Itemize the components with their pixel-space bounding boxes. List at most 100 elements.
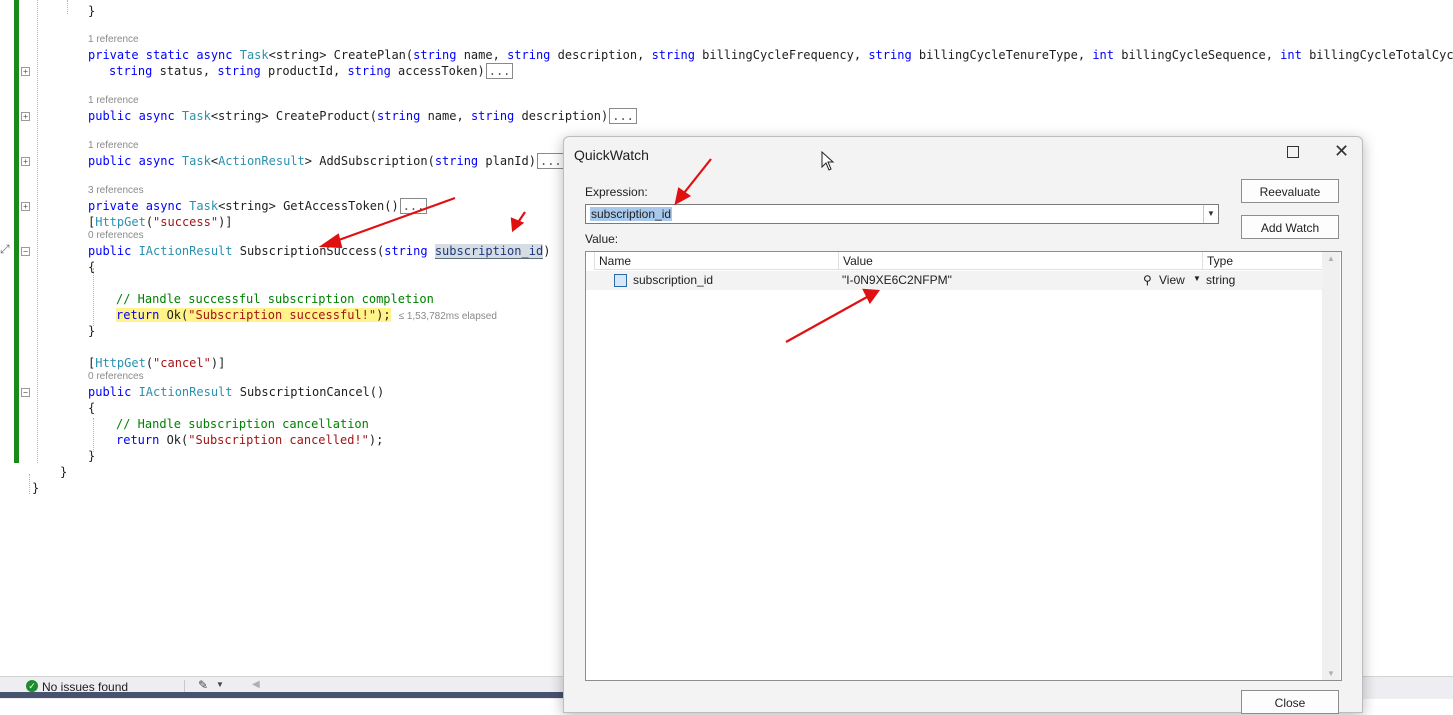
code-token: ( — [145, 215, 154, 229]
code-token: Ok( — [159, 308, 189, 322]
reference-count[interactable]: 3 references — [88, 185, 144, 196]
chevron-down-icon[interactable]: ▼ — [1193, 274, 1201, 283]
code-token: string — [651, 48, 695, 62]
code-token: string — [384, 244, 428, 258]
code-token: string — [347, 64, 391, 78]
reference-count[interactable]: 0 references — [88, 230, 144, 241]
code-token: public async — [88, 154, 182, 168]
reference-count[interactable]: 1 reference — [88, 140, 139, 151]
code-token: description) — [514, 109, 609, 123]
code-token: Task — [181, 154, 211, 168]
current-statement-line: return Ok("Subscription successful!"); ≤ … — [116, 307, 497, 325]
collapsed-region-marker[interactable]: ... — [536, 153, 565, 169]
code-line: } — [32, 480, 39, 496]
code-line: string status, string productId, string … — [109, 63, 514, 79]
code-token: } — [60, 465, 68, 479]
code-line: public async Task<string> CreateProduct(… — [88, 108, 637, 124]
chevron-down-icon[interactable]: ▼ — [1203, 205, 1218, 223]
reevaluate-button[interactable]: Reevaluate — [1241, 179, 1339, 203]
indent-guide — [29, 474, 30, 494]
magnifier-icon[interactable]: ⚲ — [1143, 273, 1152, 287]
code-token: } — [88, 4, 96, 18]
code-line: { — [88, 400, 95, 416]
code-token: < — [210, 154, 219, 168]
code-line: // Handle subscription cancellation — [116, 416, 369, 432]
fold-expand-icon[interactable]: + — [21, 157, 30, 166]
selected-parameter[interactable]: subscription_id — [434, 244, 544, 259]
code-token: billingCycleTenureType, — [911, 48, 1093, 62]
scroll-up-icon[interactable]: ▲ — [1327, 254, 1335, 263]
code-token: "Subscription cancelled!" — [188, 433, 369, 447]
code-token: HttpGet — [95, 215, 146, 229]
chevron-down-icon[interactable]: ▼ — [216, 680, 224, 689]
scroll-left-icon[interactable]: ◀ — [252, 679, 260, 690]
code-token: )] — [218, 215, 233, 229]
maximize-icon[interactable] — [1287, 146, 1299, 158]
code-token: string — [868, 48, 912, 62]
column-header-value[interactable]: Value — [838, 252, 1202, 270]
code-cleanup-icon[interactable]: ✎ — [198, 678, 208, 692]
fold-expand-icon[interactable]: + — [21, 67, 30, 76]
code-token: Task — [189, 199, 219, 213]
mouse-cursor-icon — [821, 151, 835, 171]
watch-row-name: subscription_id — [633, 273, 714, 287]
code-line: // Handle successful subscription comple… — [116, 291, 434, 307]
close-icon[interactable]: ✕ — [1334, 141, 1349, 162]
code-token: SubscriptionSuccess( — [232, 244, 385, 258]
collapsed-region-marker[interactable]: ... — [609, 108, 637, 124]
visualizer-view-button[interactable]: View — [1159, 273, 1185, 287]
column-header-name[interactable]: Name — [594, 252, 838, 270]
column-separator[interactable] — [594, 252, 595, 270]
code-token: "success" — [153, 215, 219, 229]
code-token: productId, — [260, 64, 348, 78]
reference-count[interactable]: 0 references — [88, 371, 144, 382]
code-token: SubscriptionCancel() — [232, 385, 385, 399]
column-header-type[interactable]: Type — [1202, 252, 1322, 270]
code-token: { — [88, 260, 96, 274]
code-token: string — [217, 64, 261, 78]
expression-combobox[interactable]: subscription_id ▼ — [585, 204, 1219, 224]
code-token: private static async — [88, 48, 240, 62]
code-token: planId) — [478, 154, 536, 168]
code-token: string — [109, 64, 153, 78]
code-token: Ok( — [159, 433, 189, 447]
indent-guide — [37, 0, 38, 463]
fold-expand-icon[interactable]: + — [21, 112, 30, 121]
code-line: } — [60, 464, 67, 480]
code-token: <string> CreateProduct( — [210, 109, 377, 123]
vertical-scrollbar[interactable]: ▲ ▼ — [1322, 252, 1340, 680]
reference-count[interactable]: 1 reference — [88, 95, 139, 106]
code-token: } — [88, 449, 96, 463]
add-watch-button[interactable]: Add Watch — [1241, 215, 1339, 239]
code-token: return — [116, 433, 160, 447]
code-token: ( — [145, 356, 154, 370]
code-line: private async Task<string> GetAccessToke… — [88, 198, 428, 214]
watch-row-value[interactable]: "I-0N9XE6C2NFPM" — [842, 273, 952, 287]
reference-count[interactable]: 1 reference — [88, 34, 139, 45]
close-button[interactable]: Close — [1241, 690, 1339, 714]
code-token: ); — [376, 308, 391, 322]
code-token: // Handle successful subscription comple… — [116, 292, 434, 306]
code-token: // Handle subscription cancellation — [116, 417, 369, 431]
collapsed-region-marker[interactable]: ... — [399, 198, 428, 214]
code-token: string — [413, 48, 457, 62]
fold-collapse-icon[interactable]: − — [21, 388, 30, 397]
scroll-down-icon[interactable]: ▼ — [1327, 669, 1335, 678]
code-token: "cancel" — [153, 356, 211, 370]
expression-input[interactable]: subscription_id — [590, 207, 673, 221]
fold-expand-icon[interactable]: + — [21, 202, 30, 211]
pin-icon: ⤢ — [0, 242, 10, 256]
value-label: Value: — [585, 232, 619, 246]
fold-collapse-icon[interactable]: − — [21, 247, 30, 256]
code-line: return Ok("Subscription cancelled!"); — [116, 432, 383, 448]
watch-row[interactable]: subscription_id "I-0N9XE6C2NFPM" ⚲ View … — [586, 271, 1322, 290]
dialog-title: QuickWatch — [574, 147, 649, 163]
code-token: string — [377, 109, 421, 123]
code-token: > AddSubscription( — [304, 154, 435, 168]
code-token: billingCycleFrequency, — [694, 48, 869, 62]
code-token: public async — [88, 109, 182, 123]
code-token: int — [1280, 48, 1302, 62]
collapsed-region-marker[interactable]: ... — [485, 63, 514, 79]
code-token: private async — [88, 199, 190, 213]
perftip-elapsed[interactable]: ≤ 1,53,782ms elapsed — [399, 311, 497, 322]
